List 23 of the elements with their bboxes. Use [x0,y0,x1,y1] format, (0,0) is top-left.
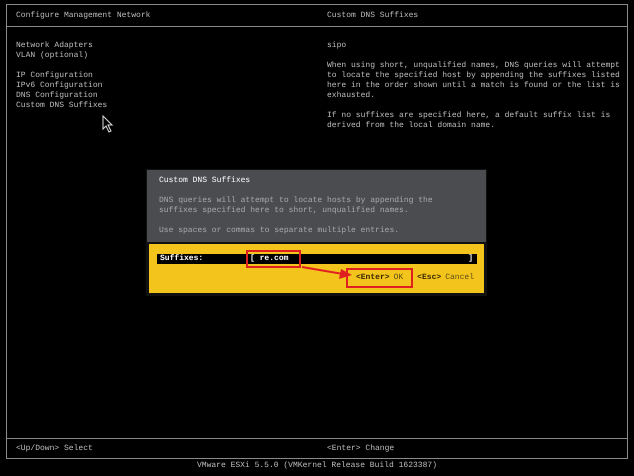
field-label: Suffixes: [159,254,204,264]
menu-item[interactable]: IPv6 Configuration [16,81,102,91]
menu-item[interactable]: IP Configuration [16,71,93,81]
menu-item[interactable]: VLAN (optional) [16,51,88,61]
dialog-text: Use spaces or commas to separate multiple entries. [159,226,400,236]
dialog-text: DNS queries will attempt to locate hosts by appending the suffixes specified here to short, unqualified names. [159,196,434,216]
current-value: sipo [327,41,346,51]
version-text: VMware ESXi 5.5.0 (VMKernel Release Build 1623387) [196,461,438,471]
description-text: When using short, unqualified names, DNS queries will attempt to locate the specified host by appending the suffixes listed here in the order shown until a match is found or the list is exhausted. [327,61,621,101]
menu-item[interactable]: Custom DNS Suffixes [16,101,108,111]
description-text: If no suffixes are specified here, a default suffix list is derived from the local domain name. [327,111,612,131]
field-bracket: ] [468,254,473,264]
menu-item[interactable]: DNS Configuration [16,91,98,101]
suffixes-field[interactable]: [ re.com [250,254,288,263]
panel-title: Custom DNS Suffixes [326,10,418,20]
menu-item[interactable]: Network Adapters [16,41,93,51]
dialog-button[interactable]: <Esc> Cancel [417,273,474,283]
dialog-button[interactable]: <Enter> OK [356,273,404,283]
key-hint: <Up/Down> Select [15,444,94,454]
mouse-cursor-icon [102,115,114,133]
dialog-title: Custom DNS Suffixes [159,176,250,186]
panel-title: Configure Management Network [15,10,152,20]
key-hint: <Enter> Change [326,444,394,454]
